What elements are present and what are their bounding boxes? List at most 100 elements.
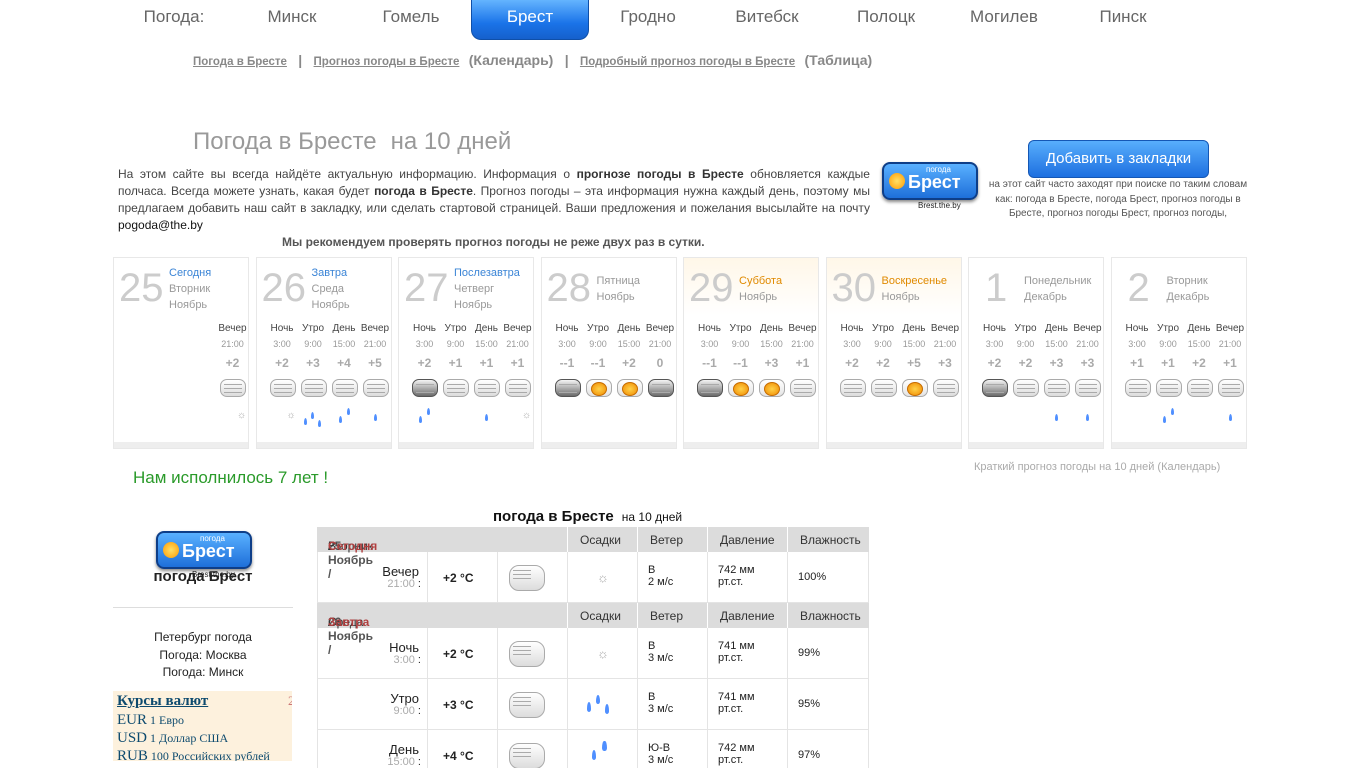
- calendar-note-link[interactable]: Краткий прогноз погоды на 10 дней (Кален…: [974, 461, 1220, 473]
- table-header: 25 Ноябрь / Вторник / Сегодня Осадки Ветер…: [317, 527, 869, 581]
- period-icon: [552, 372, 583, 404]
- contact-email[interactable]: pogoda@the.by: [118, 218, 203, 232]
- cloud-icon: [509, 688, 545, 718]
- rain-drop-icon: [419, 416, 422, 423]
- cloud-line: [1079, 384, 1097, 385]
- day-card[interactable]: 1 Понедельник Декабрь Ночь 3:00 +2 Утро 9:00 +2 Д…: [968, 257, 1104, 449]
- cloud-line: [513, 705, 531, 706]
- day-card[interactable]: 29 Суббота Ноябрь Ночь 3:00 --1 Утро 9:00 --1 Ден…: [683, 257, 819, 449]
- day-card[interactable]: 30 Воскресенье Ноябрь Ночь 3:00 +2 Утро 9:00 +2 Д…: [825, 257, 962, 449]
- row-humidity: 95%: [798, 698, 821, 710]
- cloud-line: [513, 654, 531, 655]
- column-divider: [427, 628, 428, 679]
- cloud-line: [1017, 392, 1035, 393]
- row-wind: В3 м/с: [648, 691, 673, 715]
- period-precip: [645, 404, 676, 434]
- cloud-icon: [790, 375, 816, 397]
- snow-icon: ☼: [286, 410, 296, 421]
- period-temp: +2: [876, 356, 890, 370]
- period-precip: [552, 404, 583, 434]
- day-card[interactable]: 2 Вторник Декабрь Ночь 3:00 +1 Утро 9:00 +1 День 1…: [1110, 257, 1247, 449]
- period-col: Ночь 3:00 --1: [694, 322, 725, 434]
- rain-drop-icon: [346, 408, 350, 415]
- period-hour: 15:00: [617, 339, 641, 349]
- nav-city[interactable]: Пинск: [1064, 0, 1182, 40]
- cloud-line: [478, 384, 496, 385]
- nav-city[interactable]: Полоцк: [827, 0, 945, 40]
- column-divider: [637, 730, 638, 768]
- period-name: Утро: [1014, 323, 1037, 334]
- period-hour: 21:00: [933, 339, 957, 349]
- rates-title[interactable]: Курсы валют: [117, 693, 208, 710]
- row-hour-colon: :: [414, 756, 421, 768]
- column-divider: [637, 603, 638, 628]
- sidebar-link[interactable]: Погода: Москва: [113, 647, 293, 665]
- sun-icon: [906, 382, 923, 396]
- sidebar-link[interactable]: Петербург погода: [113, 629, 293, 647]
- cloud-icon: [331, 375, 358, 397]
- link-weather-brest[interactable]: Погода в Бресте: [193, 56, 287, 68]
- period-col: Утро 9:00 +1: [440, 322, 471, 434]
- day-card[interactable]: 25 Сегодня Вторник Ноябрь Вечер 21:00 +2 ☼: [113, 257, 249, 449]
- column-divider: [868, 679, 869, 730]
- column-divider: [637, 679, 638, 730]
- day-card[interactable]: 26 Завтра Среда Ноябрь Ночь 3:00 +2 ☼ Утро 9:00 +3…: [255, 257, 392, 449]
- nav-city[interactable]: Брест: [471, 0, 589, 40]
- precipitation: [1215, 404, 1246, 434]
- sidebar-logo[interactable]: погода Брест Brest.the.by: [156, 531, 252, 579]
- period-name: День: [617, 323, 641, 334]
- day-card[interactable]: 28 Пятница Ноябрь Ночь 3:00 --1 Утро 9:00 --1 Ден…: [540, 257, 677, 449]
- period-temp: +2: [1192, 356, 1206, 370]
- cloud-line: [1221, 388, 1240, 389]
- nav-city[interactable]: Минск: [233, 0, 351, 40]
- period-precip: [1153, 404, 1184, 434]
- precipitation: [471, 404, 502, 434]
- period-name: Утро: [301, 323, 325, 334]
- period-temp: +1: [1130, 356, 1144, 370]
- nav-city[interactable]: Гродно: [589, 0, 707, 40]
- day-number: 1: [985, 266, 1008, 310]
- day-meta: Суббота Ноябрь: [739, 273, 782, 305]
- cloud-icon: [870, 375, 897, 397]
- period-col: День 15:00 +2: [614, 322, 645, 434]
- period-name: Ночь: [840, 323, 864, 334]
- cloud-line: [1190, 384, 1209, 385]
- cloud-line: [794, 392, 812, 393]
- row-precip: [567, 685, 637, 725]
- rates-date: 2: [288, 693, 292, 708]
- period-precip: [1041, 404, 1072, 434]
- cloud-icon: [269, 375, 296, 397]
- link-forecast-brest[interactable]: Прогноз погоды в Бресте: [314, 56, 460, 68]
- sun-cloud-icon: [901, 375, 928, 397]
- cloud-line: [478, 388, 496, 389]
- cloud-line: [304, 392, 323, 393]
- link-detailed-forecast-brest[interactable]: Подробный прогноз погоды в Бресте: [580, 56, 795, 68]
- rain-drop-icon: [602, 740, 607, 751]
- cloud-line: [447, 384, 465, 385]
- cloud-line: [513, 578, 531, 579]
- rate-name: 1 Евро: [150, 713, 184, 727]
- day-card[interactable]: 27 Послезавтра Четверг Ноябрь Ночь 3:00 +2 Утро…: [398, 257, 534, 449]
- period-temp: +3: [764, 356, 779, 370]
- period-precip: [329, 404, 360, 434]
- period-hour: 15:00: [760, 339, 783, 349]
- site-logo[interactable]: погода Брест Brest.the.by: [882, 162, 978, 210]
- nav-city[interactable]: Гомель: [352, 0, 470, 40]
- intro-bold: прогнозе погоды в Бресте: [576, 167, 744, 181]
- period-hour: 15:00: [1187, 339, 1211, 349]
- cloud-line: [513, 646, 531, 647]
- nav-city[interactable]: Могилев: [945, 0, 1063, 40]
- sidebar-link[interactable]: Погода: Минск: [113, 664, 293, 682]
- period-icon: [930, 372, 961, 404]
- period-icon: [899, 372, 930, 404]
- header-relative: Завтра: [328, 615, 370, 629]
- column-divider: [868, 552, 869, 603]
- cloud-icon: [839, 375, 866, 397]
- period-temp: +2: [225, 356, 240, 370]
- cloud-line: [1190, 392, 1209, 393]
- nav-city[interactable]: Витебск: [708, 0, 826, 40]
- column-divider: [707, 679, 708, 730]
- page-title-sub: на 10 дней: [390, 128, 512, 155]
- day-periods: Вечер 21:00 +2 ☼: [114, 322, 248, 442]
- add-bookmark-button[interactable]: Добавить в закладки: [1028, 140, 1209, 178]
